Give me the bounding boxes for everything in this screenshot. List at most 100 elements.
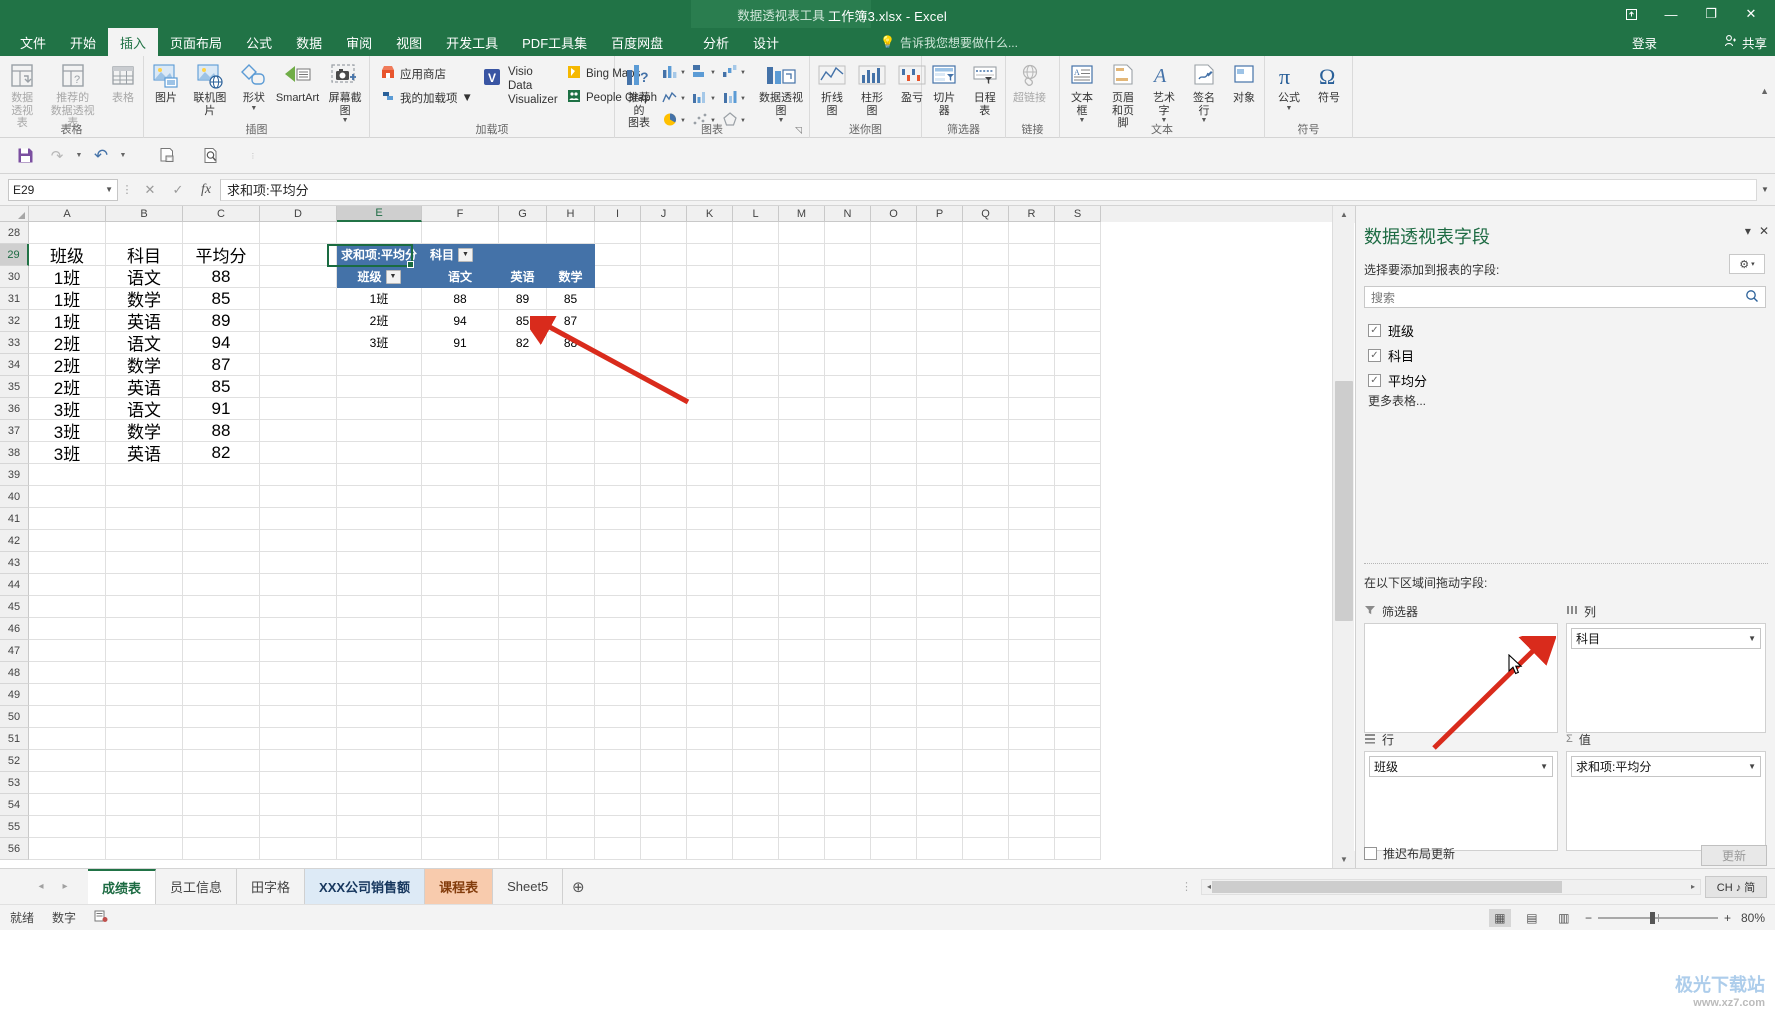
cell-K39[interactable] — [687, 464, 733, 486]
cell-Q38[interactable] — [963, 442, 1009, 464]
cell-A56[interactable] — [29, 838, 106, 860]
field-item-banji[interactable]: ✓ 班级 — [1364, 318, 1766, 343]
cell-M37[interactable] — [779, 420, 825, 442]
cell-N35[interactable] — [825, 376, 871, 398]
textbox-button[interactable]: A 文本框 ▼ — [1062, 58, 1102, 126]
cell-L41[interactable] — [733, 508, 779, 530]
cell-S30[interactable] — [1055, 266, 1101, 288]
cell-K54[interactable] — [687, 794, 733, 816]
chevron-down-icon[interactable]: ▼ — [740, 70, 746, 76]
line-chart-button[interactable]: ▼ — [659, 86, 689, 112]
cell-S36[interactable] — [1055, 398, 1101, 420]
tab-home[interactable]: 开始 — [58, 28, 108, 56]
cell-D52[interactable] — [260, 750, 337, 772]
cell-I35[interactable] — [595, 376, 641, 398]
cell-I51[interactable] — [595, 728, 641, 750]
cell-L38[interactable] — [733, 442, 779, 464]
cell-E32[interactable]: 2班 — [337, 310, 422, 332]
cell-O53[interactable] — [871, 772, 917, 794]
cell-D32[interactable] — [260, 310, 337, 332]
zoom-knob[interactable] — [1649, 911, 1655, 924]
cell-C50[interactable] — [183, 706, 260, 728]
cell-M31[interactable] — [779, 288, 825, 310]
cell-K46[interactable] — [687, 618, 733, 640]
cell-O52[interactable] — [871, 750, 917, 772]
record-macro-icon[interactable] — [94, 909, 108, 926]
cell-S32[interactable] — [1055, 310, 1101, 332]
cell-H50[interactable] — [547, 706, 595, 728]
cell-I55[interactable] — [595, 816, 641, 838]
cell-M28[interactable] — [779, 222, 825, 244]
cell-L34[interactable] — [733, 354, 779, 376]
cell-L52[interactable] — [733, 750, 779, 772]
cell-E29[interactable]: 求和项:平均分 — [337, 244, 422, 266]
cell-O37[interactable] — [871, 420, 917, 442]
cell-B49[interactable] — [106, 684, 183, 706]
cell-H41[interactable] — [547, 508, 595, 530]
cell-N36[interactable] — [825, 398, 871, 420]
cell-L53[interactable] — [733, 772, 779, 794]
cell-J49[interactable] — [641, 684, 687, 706]
chevron-down-icon[interactable]: ▼ — [1286, 105, 1293, 112]
cell-M55[interactable] — [779, 816, 825, 838]
cell-G42[interactable] — [499, 530, 547, 552]
zone-dropzone[interactable]: 科目 ▼ — [1566, 623, 1766, 733]
prev-sheet-icon[interactable]: ◂ — [30, 876, 52, 898]
cell-O54[interactable] — [871, 794, 917, 816]
ime-indicator[interactable]: CH ♪ 简 — [1705, 875, 1767, 898]
cell-M32[interactable] — [779, 310, 825, 332]
sparkline-column-button[interactable]: 柱形图 — [852, 58, 892, 119]
cell-S48[interactable] — [1055, 662, 1101, 684]
cell-F40[interactable] — [422, 486, 499, 508]
cell-Q41[interactable] — [963, 508, 1009, 530]
cell-K53[interactable] — [687, 772, 733, 794]
waterfall-chart-button[interactable]: ▼ — [719, 60, 749, 86]
cell-R54[interactable] — [1009, 794, 1055, 816]
cell-G55[interactable] — [499, 816, 547, 838]
area-chart-button[interactable]: ▼ — [689, 86, 719, 112]
cell-N40[interactable] — [825, 486, 871, 508]
timeline-button[interactable]: 日程表 — [965, 58, 1006, 119]
checkbox-icon[interactable]: ✓ — [1368, 374, 1381, 387]
cell-I44[interactable] — [595, 574, 641, 596]
cell-S31[interactable] — [1055, 288, 1101, 310]
row-header-42[interactable]: 42 — [0, 530, 29, 552]
cell-D54[interactable] — [260, 794, 337, 816]
cell-A51[interactable] — [29, 728, 106, 750]
minimize-button[interactable]: — — [1651, 1, 1691, 27]
cell-G45[interactable] — [499, 596, 547, 618]
row-header-35[interactable]: 35 — [0, 376, 29, 398]
tab-analyze[interactable]: 分析 — [691, 28, 741, 56]
cell-K37[interactable] — [687, 420, 733, 442]
cell-E39[interactable] — [337, 464, 422, 486]
cell-E44[interactable] — [337, 574, 422, 596]
cell-Q53[interactable] — [963, 772, 1009, 794]
cell-A54[interactable] — [29, 794, 106, 816]
cell-F35[interactable] — [422, 376, 499, 398]
grid-cells[interactable]: 班级 科目 平均分 求和项:平均分 科目 ▼ 1班 语文 88 班级 ▼ 语文 英语 数学 1班 数学 85 1班… — [29, 222, 1101, 860]
pane-close-icon[interactable]: ✕ — [1759, 224, 1769, 238]
cell-G50[interactable] — [499, 706, 547, 728]
cell-Q31[interactable] — [963, 288, 1009, 310]
zone-dropzone[interactable] — [1364, 623, 1558, 733]
cell-E38[interactable] — [337, 442, 422, 464]
cell-C37[interactable]: 88 — [183, 420, 260, 442]
cell-B48[interactable] — [106, 662, 183, 684]
cell-H37[interactable] — [547, 420, 595, 442]
cell-C40[interactable] — [183, 486, 260, 508]
cell-C49[interactable] — [183, 684, 260, 706]
cell-S44[interactable] — [1055, 574, 1101, 596]
cell-K35[interactable] — [687, 376, 733, 398]
undo-caret-icon[interactable]: ▼ — [118, 152, 128, 159]
cell-C29[interactable]: 平均分 — [183, 244, 260, 266]
vertical-scrollbar[interactable]: ▲ ▼ — [1332, 206, 1355, 868]
cell-L32[interactable] — [733, 310, 779, 332]
cell-I53[interactable] — [595, 772, 641, 794]
cell-R37[interactable] — [1009, 420, 1055, 442]
cell-M54[interactable] — [779, 794, 825, 816]
cell-A45[interactable] — [29, 596, 106, 618]
cell-J51[interactable] — [641, 728, 687, 750]
cell-Q49[interactable] — [963, 684, 1009, 706]
cell-R47[interactable] — [1009, 640, 1055, 662]
shapes-button[interactable]: 形状 ▼ — [234, 58, 274, 114]
